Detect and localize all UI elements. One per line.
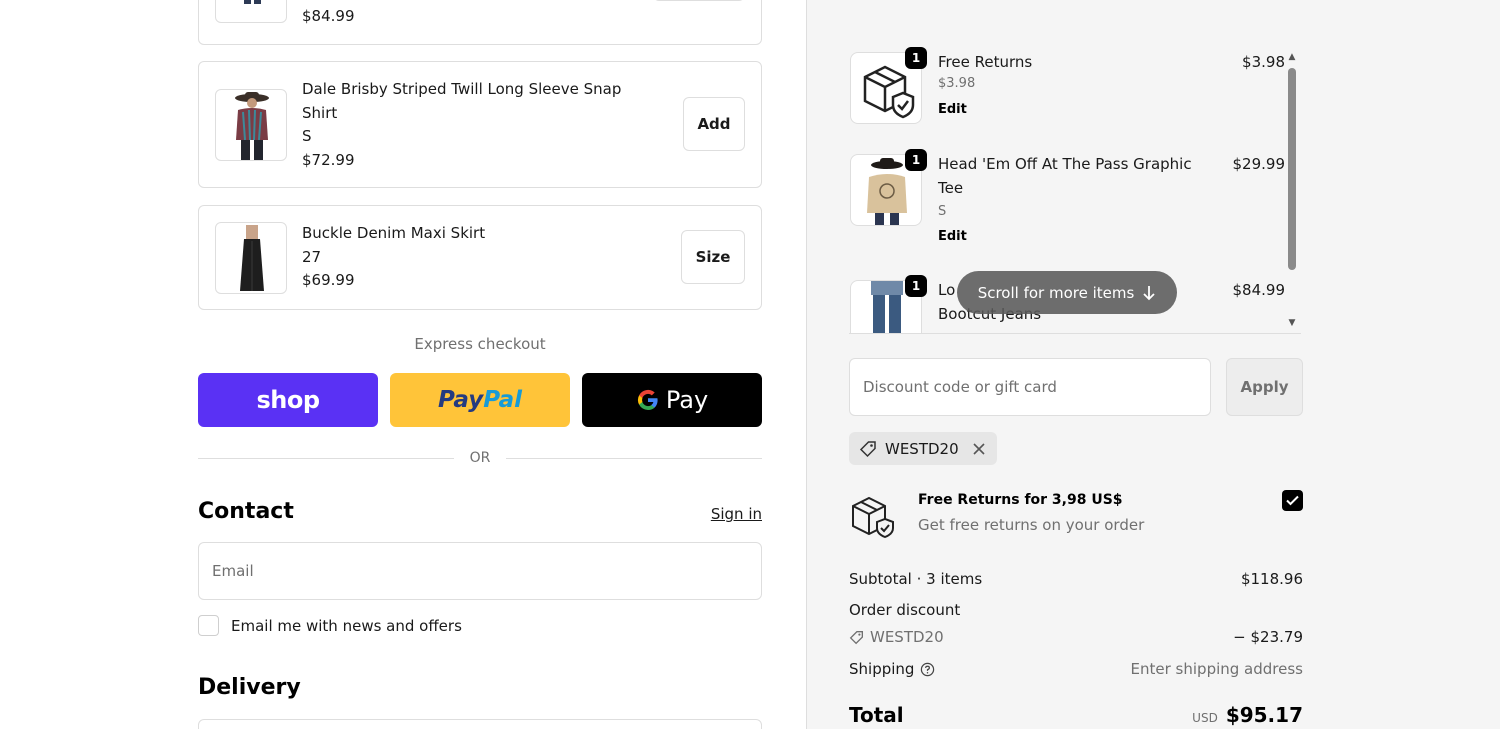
upsell-card: $84.99 [198,0,762,45]
quantity-badge: 1 [905,47,927,69]
discount-code-label: WESTD20 [870,628,944,646]
subtotal-row: Subtotal · 3 items $118.96 [849,570,1303,588]
cart-item-name: Head 'Em Off At The Pass Graphic Tee [938,155,1192,197]
scroll-for-more-button[interactable]: Scroll for more items [957,271,1177,314]
news-opt-in[interactable]: Email me with news and offers [198,615,462,636]
order-summary-panel: 1 Free Returns $3.98 Edit $3.98 1 Head '… [806,0,1500,729]
order-discount-label: Order discount [849,601,961,619]
product-image [215,89,287,161]
shipping-label: Shipping [849,660,915,678]
upsell-variant: S [302,127,312,145]
product-image [215,222,287,294]
email-placeholder: Email [212,562,254,580]
divider-line [198,457,454,459]
sign-in-link[interactable]: Sign in [711,505,762,523]
paypal-button[interactable]: PayPal [390,373,570,427]
upsell-variant: 27 [302,247,322,266]
upsell-title: Dale Brisby Striped Twill Long Sleeve Sn… [302,80,622,122]
google-pay-label: Pay [665,386,709,414]
upsell-info: Buckle Denim Maxi Skirt 27 $69.99 [302,222,647,293]
quantity-badge: 1 [905,275,927,297]
total-value: $95.17 [1225,703,1303,727]
returns-box-icon [852,496,894,539]
discount-placeholder: Discount code or gift card [863,378,1057,396]
free-returns-offer: Free Returns for 3,98 US$ Get free retur… [849,490,1303,540]
discount-code-field[interactable]: Discount code or gift card [849,358,1211,416]
subtotal-label: Subtotal · 3 items [849,570,983,588]
upsell-card: Dale Brisby Striped Twill Long Sleeve Sn… [198,61,762,188]
subtotal-value: $118.96 [1240,570,1303,588]
shipping-value: Enter shipping address [1130,660,1303,678]
total-currency: USD [1192,711,1218,725]
or-divider: OR [198,448,762,468]
cart-item-price: $84.99 [1232,281,1286,299]
upsell-action-button[interactable] [653,0,745,1]
tag-icon [859,440,876,457]
add-button[interactable]: Add [683,97,745,151]
cart-item-subtext: S [938,204,947,219]
arrow-down-icon [1143,285,1155,300]
applied-discount-chip: WESTD20 [849,432,997,465]
checkmark-icon [1286,495,1299,506]
news-checkbox[interactable] [198,615,219,636]
checkout-main: $84.99 Dale Brisby Striped Twill Long Sl… [0,0,806,729]
remove-code-close-icon[interactable] [971,441,987,457]
shop-pay-button[interactable]: shop [198,373,378,427]
quantity-badge: 1 [905,149,927,171]
upsell-price: $72.99 [302,150,355,169]
product-image [215,0,287,23]
discount-code-tag: WESTD20 [849,628,944,646]
discount-row: WESTD20 − $23.79 [849,628,1303,649]
apply-discount-button[interactable]: Apply [1226,358,1303,416]
cart-item-edit-link[interactable]: Edit [938,102,967,117]
shop-pay-logo: shop [256,386,320,414]
shipping-row: Shipping Enter shipping address [849,660,1303,678]
help-question-icon[interactable] [920,662,935,677]
upsell-price: $84.99 [302,7,355,25]
upsell-card: Buckle Denim Maxi Skirt 27 $69.99 Size [198,205,762,310]
google-pay-button[interactable]: Pay [582,373,762,427]
cart-item-edit-link[interactable]: Edit [938,229,967,244]
total-amount-group: USD $95.17 [1192,703,1303,727]
upsell-info: Dale Brisby Striped Twill Long Sleeve Sn… [302,78,647,172]
delivery-heading: Delivery [198,675,301,700]
scroll-up-arrow-icon[interactable]: ▲ [1286,52,1298,62]
cart-scrollbar[interactable]: ▲ ▼ [1286,52,1298,328]
or-label: OR [469,450,491,466]
size-button[interactable]: Size [681,230,745,284]
upsell-price: $69.99 [302,271,355,289]
cart-item-name: Free Returns [938,53,1033,71]
scroll-hint-label: Scroll for more items [977,283,1135,302]
news-checkbox-label: Email me with news and offers [231,616,462,635]
cart-item: 1 Free Returns $3.98 Edit $3.98 [849,45,1289,135]
delivery-country-field[interactable] [198,719,762,729]
upsell-title: Buckle Denim Maxi Skirt [302,224,486,242]
free-returns-title: Free Returns for 3,98 US$ [918,492,1123,508]
scroll-thumb[interactable] [1288,68,1296,270]
applied-code-label: WESTD20 [885,439,959,458]
free-returns-checkbox[interactable] [1282,490,1303,511]
cart-item-price: $3.98 [1242,53,1285,71]
scroll-down-arrow-icon[interactable]: ▼ [1286,318,1298,328]
express-checkout-label: Express checkout [414,335,546,353]
shipping-label-group: Shipping [849,660,935,678]
google-g-icon [637,389,658,411]
cart-item-price: $29.99 [1232,155,1286,173]
total-label: Total [849,703,904,727]
free-returns-subtitle: Get free returns on your order [918,516,1145,534]
email-field[interactable]: Email [198,542,762,600]
cart-item: 1 Head 'Em Off At The Pass Graphic Tee S… [849,147,1289,257]
discount-value: − $23.79 [1233,628,1303,646]
total-row: Total USD $95.17 [849,703,1303,727]
contact-heading: Contact [198,499,294,524]
cart-item-subtext: $3.98 [938,76,976,91]
paypal-logo: PayPal [438,387,522,413]
divider-line [506,457,762,459]
tag-icon [849,630,863,644]
